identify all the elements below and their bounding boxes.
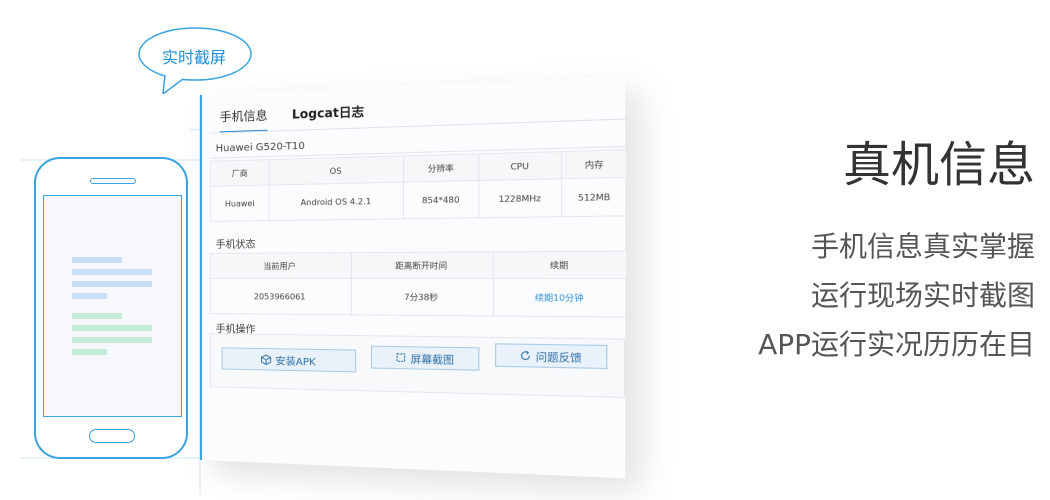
screenshot-button[interactable]: 屏幕截图 <box>371 346 479 371</box>
feature-line: 运行现场实时截图 <box>811 274 1035 314</box>
table-header-row: 当前用户 距离断开时间 续期 <box>210 251 627 279</box>
placeholder-line <box>72 269 152 275</box>
header-cell: 内存 <box>562 150 627 179</box>
install-apk-label: 安装APK <box>275 352 315 368</box>
table-cell: 2053966061 <box>210 279 351 315</box>
device-info-panel: 手机信息 Logcat日志 Huawei G520-T10 厂商 OS 分辨率 … <box>200 77 625 479</box>
placeholder-line <box>72 349 107 355</box>
headline: 真机信息 <box>843 125 1035 195</box>
feature-line: APP运行实况历历在目 <box>758 323 1035 363</box>
table-cell: 854*480 <box>404 181 479 219</box>
table-cell: Huawei <box>210 185 269 221</box>
tab-device-info[interactable]: 手机信息 <box>220 106 268 133</box>
header-cell: 分辨率 <box>404 154 479 182</box>
table-cell: 1228MHz <box>478 179 561 218</box>
header-cell: 续期 <box>493 251 627 279</box>
header-cell: OS <box>270 156 404 185</box>
tab-logcat[interactable]: Logcat日志 <box>292 102 364 130</box>
table-row: 2053966061 7分38秒 续期10分钟 <box>210 279 627 318</box>
phone-speaker <box>90 178 136 184</box>
bubble-label: 实时截屏 <box>135 44 253 68</box>
phone-screen <box>43 195 182 417</box>
phone-illustration <box>34 157 188 459</box>
status-table: 当前用户 距离断开时间 续期 2053966061 7分38秒 续期10分钟 <box>210 251 628 318</box>
table-cell: 7分38秒 <box>351 279 493 316</box>
placeholder-line <box>72 325 152 331</box>
box-icon <box>260 354 271 365</box>
speech-bubble: 实时截屏 <box>135 22 253 94</box>
app-window-scene: 手机信息 Logcat日志 Huawei G520-T10 厂商 OS 分辨率 … <box>200 95 595 460</box>
feedback-label: 问题反馈 <box>536 348 582 365</box>
table-cell: Android OS 4.2.1 <box>270 182 404 220</box>
header-cell: 距离断开时间 <box>351 252 493 279</box>
header-cell: 当前用户 <box>210 253 351 279</box>
install-apk-button[interactable]: 安装APK <box>222 347 357 372</box>
header-cell: 厂商 <box>210 160 269 187</box>
device-table: 厂商 OS 分辨率 CPU 内存 Huawei Android OS 4.2.1… <box>210 149 628 222</box>
phone-home-button <box>89 429 135 443</box>
refresh-icon <box>520 350 531 361</box>
feature-line: 手机信息真实掌握 <box>811 225 1035 265</box>
placeholder-line <box>72 257 122 263</box>
table-cell: 512MB <box>562 177 627 216</box>
header-cell: CPU <box>478 152 561 181</box>
renew-link[interactable]: 续期10分钟 <box>493 279 627 318</box>
placeholder-line <box>72 313 122 319</box>
feedback-button[interactable]: 问题反馈 <box>495 343 607 369</box>
screenshot-label: 屏幕截图 <box>410 350 454 367</box>
placeholder-line <box>72 281 152 287</box>
crop-icon <box>395 352 406 363</box>
placeholder-line <box>72 337 152 343</box>
placeholder-line <box>72 293 107 299</box>
table-row: Huawei Android OS 4.2.1 854*480 1228MHz … <box>210 177 627 221</box>
